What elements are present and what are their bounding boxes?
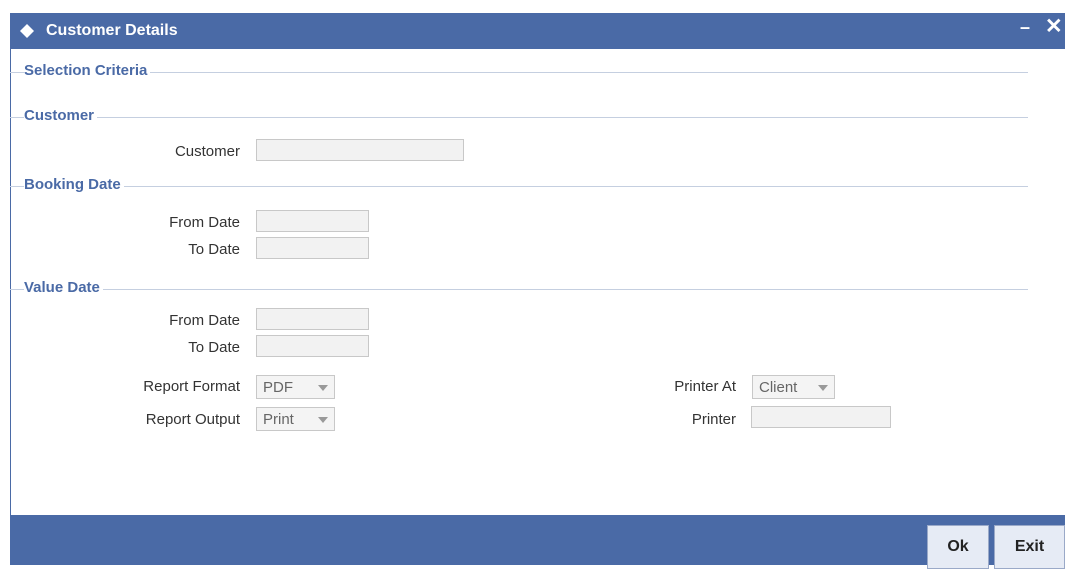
customer-input[interactable] xyxy=(256,139,464,161)
report-format-value: PDF xyxy=(263,379,293,396)
chevron-down-icon xyxy=(818,385,828,391)
section-title: Customer xyxy=(24,107,98,124)
section-title: Booking Date xyxy=(24,176,124,193)
booking-from-date-label: From Date xyxy=(169,214,240,231)
value-to-date-input[interactable] xyxy=(256,335,369,357)
report-format-select[interactable]: PDF xyxy=(256,375,335,399)
booking-to-date-input[interactable] xyxy=(256,237,369,259)
section-title: Selection Criteria xyxy=(24,62,151,79)
section-customer: Customer xyxy=(10,107,1028,125)
window-titlebar: Customer Details – ✕ xyxy=(10,13,1065,49)
printer-at-value: Client xyxy=(759,379,798,396)
diamond-icon xyxy=(20,24,34,38)
section-booking-date: Booking Date xyxy=(10,176,1028,194)
chevron-down-icon xyxy=(318,417,328,423)
report-format-label: Report Format xyxy=(143,378,240,395)
printer-label: Printer xyxy=(691,411,736,428)
booking-to-date-label: To Date xyxy=(188,241,240,258)
value-from-date-input[interactable] xyxy=(256,308,369,330)
section-title: Value Date xyxy=(24,279,103,296)
window-title: Customer Details xyxy=(46,22,178,39)
report-output-select[interactable]: Print xyxy=(256,407,335,431)
chevron-down-icon xyxy=(318,385,328,391)
value-from-date-label: From Date xyxy=(169,312,240,329)
report-output-label: Report Output xyxy=(145,411,240,428)
close-icon[interactable]: ✕ xyxy=(1045,14,1063,39)
value-to-date-label: To Date xyxy=(188,339,240,356)
printer-at-label: Printer At xyxy=(674,378,736,395)
window-footer: Ok Exit xyxy=(10,515,1065,569)
printer-input[interactable] xyxy=(751,406,891,428)
customer-label: Customer xyxy=(174,143,240,160)
ok-button[interactable]: Ok xyxy=(927,525,989,569)
report-output-value: Print xyxy=(263,411,294,428)
printer-at-select[interactable]: Client xyxy=(752,375,835,399)
exit-button[interactable]: Exit xyxy=(994,525,1065,569)
booking-from-date-input[interactable] xyxy=(256,210,369,232)
minimize-icon[interactable]: – xyxy=(1020,17,1030,38)
section-value-date: Value Date xyxy=(10,279,1028,297)
section-selection-criteria: Selection Criteria xyxy=(10,62,1028,80)
